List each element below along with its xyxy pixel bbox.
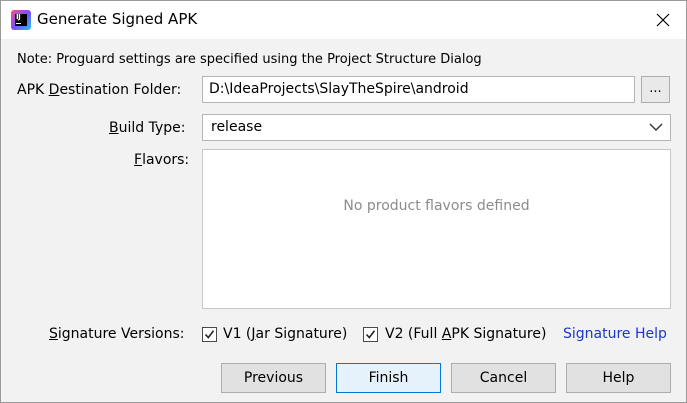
v2-signature-checkbox[interactable]: [363, 327, 378, 342]
help-button[interactable]: Help: [566, 363, 671, 393]
browse-button[interactable]: ...: [641, 76, 670, 103]
cancel-button[interactable]: Cancel: [451, 363, 556, 393]
close-icon: [656, 13, 670, 27]
destination-folder-input[interactable]: D:\IdeaProjects\SlayTheSpire\android: [202, 76, 635, 103]
signature-versions-label: Signature Versions:: [49, 326, 185, 342]
chevron-down-icon: [649, 123, 663, 131]
checkmark-icon: [204, 330, 215, 339]
window-title: Generate Signed APK: [37, 10, 198, 28]
proguard-note: Note: Proguard settings are specified us…: [17, 52, 482, 67]
destination-label: APK Destination Folder:: [17, 82, 182, 98]
title-bar: IJ Generate Signed APK: [1, 1, 686, 39]
generate-signed-apk-dialog: IJ Generate Signed APK Note: Proguard se…: [0, 0, 687, 403]
build-type-value: release: [211, 119, 263, 135]
v1-signature-label[interactable]: V1 (Jar Signature): [223, 326, 347, 342]
finish-button[interactable]: Finish: [336, 363, 441, 393]
intellij-idea-icon: IJ: [11, 10, 31, 30]
previous-button[interactable]: Previous: [221, 363, 326, 393]
v2-signature-label[interactable]: V2 (Full APK Signature): [385, 326, 546, 342]
flavors-list[interactable]: No product flavors defined: [202, 149, 671, 309]
v1-signature-checkbox[interactable]: [202, 327, 217, 342]
build-type-label: Build Type:: [109, 120, 186, 136]
checkmark-icon: [365, 330, 376, 339]
build-type-select[interactable]: release: [202, 114, 671, 141]
signature-help-link[interactable]: Signature Help: [563, 326, 667, 342]
flavors-empty-text: No product flavors defined: [343, 198, 530, 214]
close-button[interactable]: [650, 7, 676, 33]
flavors-label: Flavors:: [134, 152, 190, 168]
